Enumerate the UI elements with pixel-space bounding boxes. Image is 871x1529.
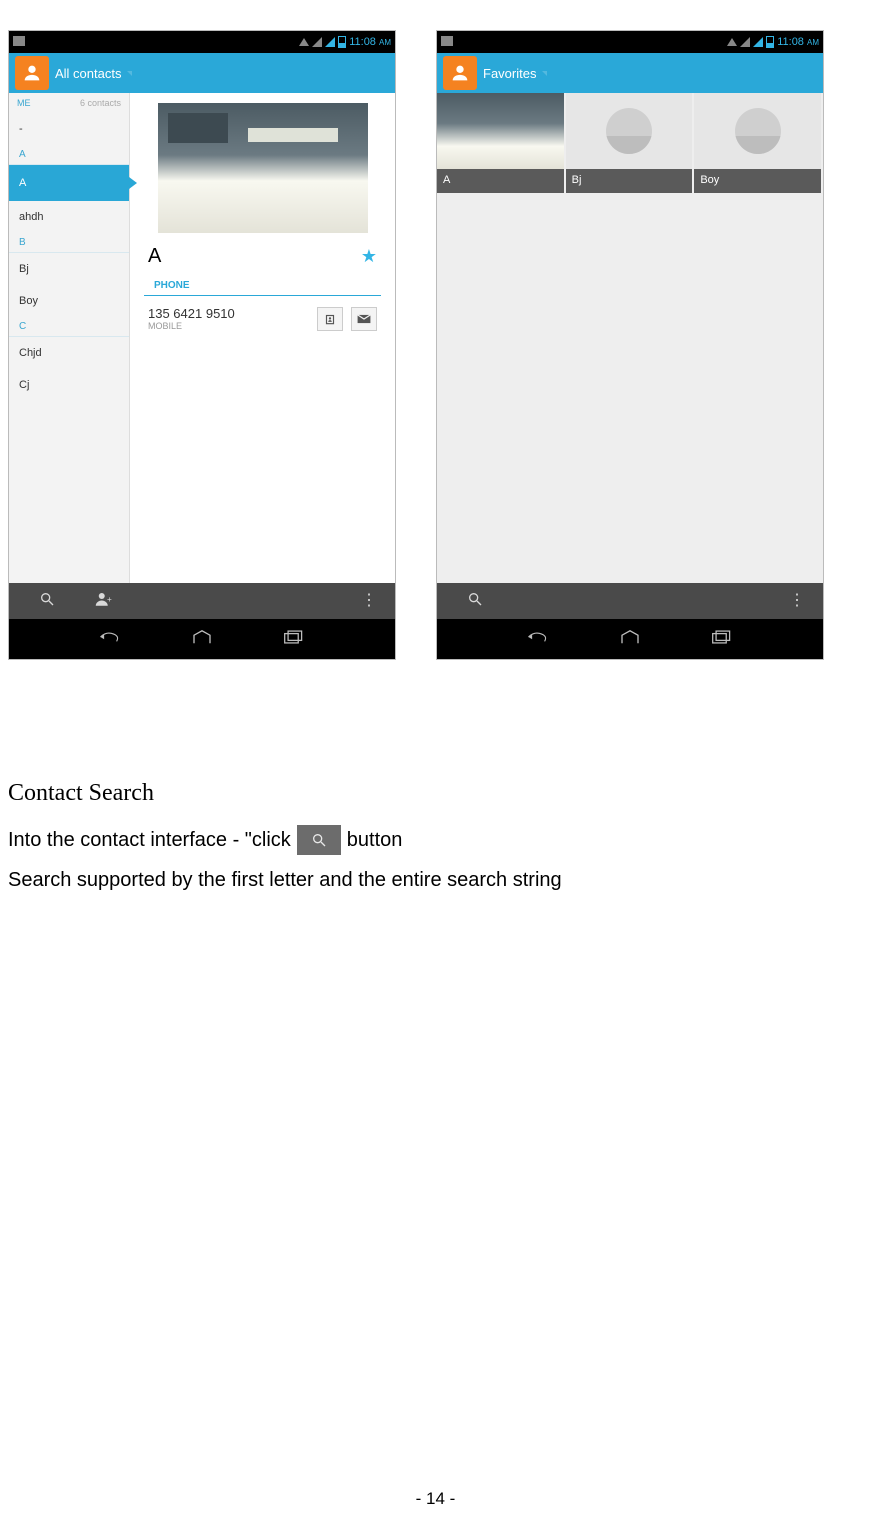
favorite-name: A <box>437 169 564 193</box>
contacts-app-icon[interactable] <box>15 56 49 90</box>
favorite-placeholder-icon <box>566 93 693 169</box>
favorite-name: Bj <box>566 169 693 193</box>
person-icon <box>449 62 471 84</box>
favorite-photo <box>437 93 564 169</box>
screenshot-all-contacts: 11:08 AM All contacts ME 6 contacts <box>8 30 396 660</box>
add-contact-icon[interactable]: + <box>95 591 113 611</box>
page-number: - 14 - <box>0 1489 871 1509</box>
wifi-icon <box>299 38 309 46</box>
copy-contact-icon[interactable] <box>317 307 343 331</box>
contact-photo[interactable] <box>158 103 368 233</box>
appbar-title: Favorites <box>483 66 536 81</box>
document-body: Contact Search Into the contact interfac… <box>0 660 871 892</box>
person-icon <box>21 62 43 84</box>
list-item[interactable]: Chjd <box>9 337 129 369</box>
back-icon[interactable] <box>527 629 549 650</box>
contact-count: 6 contacts <box>80 98 121 108</box>
screenshot-favorites: 11:08 AM Favorites A <box>436 30 824 660</box>
favorite-star-icon[interactable]: ★ <box>361 246 377 267</box>
home-icon[interactable] <box>619 629 641 650</box>
clock: 11:08 AM <box>349 36 391 48</box>
nav-bar <box>437 619 823 659</box>
wifi-icon <box>727 38 737 46</box>
section-heading: Contact Search <box>8 780 863 807</box>
action-bar: ⋮ <box>437 583 823 619</box>
dropdown-triangle-icon <box>542 71 547 76</box>
contact-list: ME 6 contacts - A A ahdh B Bj Boy C Chjd… <box>9 93 130 583</box>
overflow-menu-icon[interactable]: ⋮ <box>789 598 823 604</box>
favorite-placeholder-icon <box>694 93 821 169</box>
status-bar: 11:08 AM <box>437 31 823 53</box>
contacts-app-icon[interactable] <box>443 56 477 90</box>
phone-type: MOBILE <box>148 321 309 331</box>
list-item[interactable]: ahdh <box>9 201 129 233</box>
battery-icon <box>766 36 774 48</box>
list-item[interactable]: Bj <box>9 253 129 285</box>
gallery-status-icon <box>441 36 453 46</box>
nav-bar <box>9 619 395 659</box>
body-text: Into the contact interface - "click <box>8 829 291 852</box>
list-item[interactable]: Cj <box>9 369 129 401</box>
overflow-menu-icon[interactable]: ⋮ <box>361 598 395 604</box>
list-item[interactable]: - <box>9 113 129 145</box>
contact-detail: A ★ PHONE 135 6421 9510 MOBILE <box>130 93 395 583</box>
body-text: button <box>347 829 403 852</box>
svg-text:+: + <box>107 595 112 604</box>
phone-number-row[interactable]: 135 6421 9510 MOBILE <box>148 306 309 331</box>
spinner-favorites[interactable]: Favorites <box>483 66 547 81</box>
recents-icon[interactable] <box>711 629 733 650</box>
list-item[interactable]: Boy <box>9 285 129 317</box>
signal-icon <box>312 37 322 47</box>
search-button-illustration <box>297 825 341 855</box>
spinner-all-contacts[interactable]: All contacts <box>55 66 132 81</box>
section-letter-c: C <box>9 317 129 337</box>
clock: 11:08 AM <box>777 36 819 48</box>
me-label: ME <box>17 98 31 108</box>
dropdown-triangle-icon <box>127 71 132 76</box>
search-icon[interactable] <box>39 591 55 611</box>
favorite-name: Boy <box>694 169 821 193</box>
appbar-title: All contacts <box>55 66 121 81</box>
favorites-grid: A Bj Boy <box>437 93 823 193</box>
phone-number: 135 6421 9510 <box>148 306 309 321</box>
favorite-tile[interactable]: Bj <box>566 93 695 193</box>
signal-icon <box>753 37 763 47</box>
back-icon[interactable] <box>99 629 121 650</box>
signal-icon <box>740 37 750 47</box>
message-icon[interactable] <box>351 307 377 331</box>
recents-icon[interactable] <box>283 629 305 650</box>
status-bar: 11:08 AM <box>9 31 395 53</box>
list-item-selected[interactable]: A <box>9 165 129 201</box>
body-text: Search supported by the first letter and… <box>8 869 562 892</box>
app-bar: All contacts <box>9 53 395 93</box>
gallery-status-icon <box>13 36 25 46</box>
signal-icon <box>325 37 335 47</box>
phone-section-label: PHONE <box>144 276 381 296</box>
action-bar: + ⋮ <box>9 583 395 619</box>
app-bar: Favorites <box>437 53 823 93</box>
contact-name: A <box>148 245 161 268</box>
search-icon[interactable] <box>467 591 483 611</box>
home-icon[interactable] <box>191 629 213 650</box>
section-letter-a: A <box>9 145 129 165</box>
section-letter-b: B <box>9 233 129 253</box>
favorite-tile[interactable]: A <box>437 93 566 193</box>
favorite-tile[interactable]: Boy <box>694 93 823 193</box>
battery-icon <box>338 36 346 48</box>
